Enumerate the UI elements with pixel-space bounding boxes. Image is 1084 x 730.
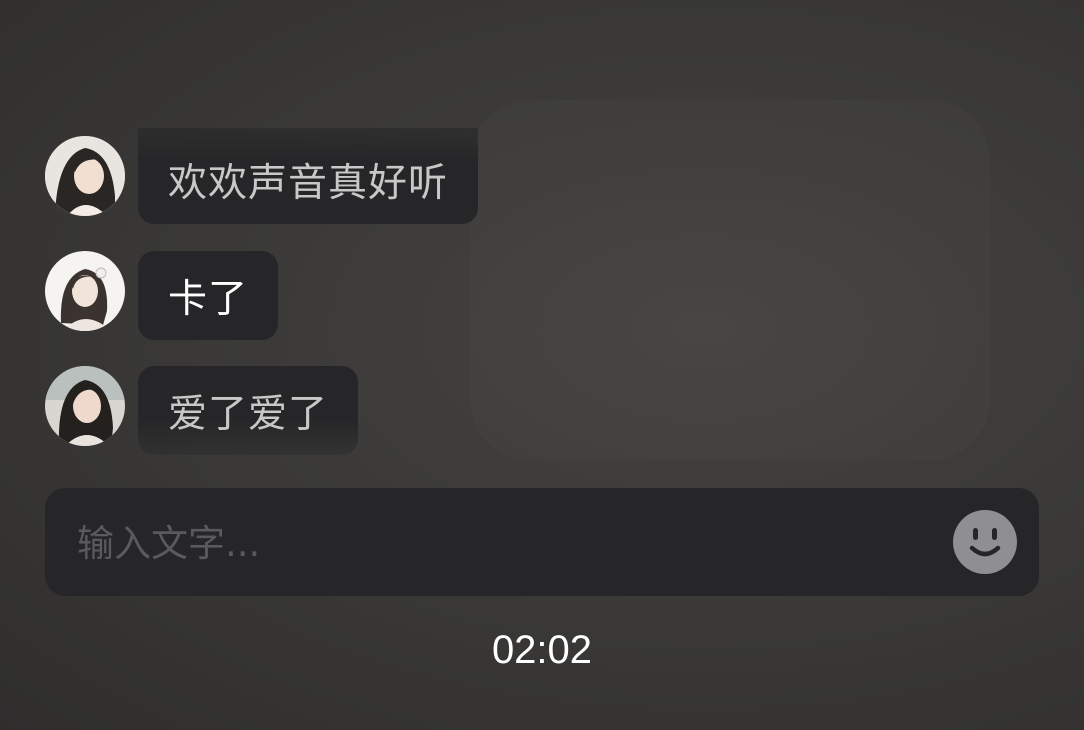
- message-text: 爱了爱了: [168, 391, 329, 437]
- message-text: 卡了: [168, 276, 249, 322]
- message-input[interactable]: [75, 488, 939, 598]
- chat-message: 卡了: [45, 251, 645, 349]
- message-text: 欢欢声音真好听: [168, 161, 449, 206]
- call-timer: 02:02: [491, 628, 593, 672]
- message-bubble: 爱了爱了: [138, 366, 359, 455]
- user-avatar-icon[interactable]: [45, 136, 125, 216]
- message-input-bar: [45, 488, 1039, 598]
- message-bubble: 欢欢声音真好听: [138, 128, 479, 224]
- user-avatar-icon[interactable]: [45, 366, 125, 446]
- chat-message: 欢欢声音真好听: [45, 128, 645, 234]
- user-avatar-icon[interactable]: [45, 251, 125, 331]
- chat-message: 爱了爱了: [45, 366, 645, 464]
- chat-message-list: 欢欢声音真好听 卡了 爱了爱了: [45, 128, 645, 481]
- smiley-face-icon[interactable]: [953, 510, 1017, 574]
- message-bubble: 卡了: [138, 251, 279, 340]
